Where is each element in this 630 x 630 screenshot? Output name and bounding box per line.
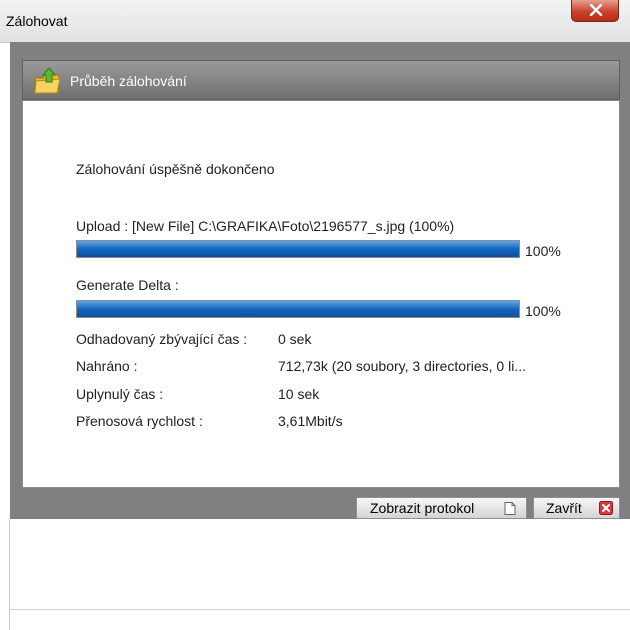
show-log-button[interactable]: Zobrazit protokol bbox=[356, 497, 527, 519]
divider bbox=[10, 609, 630, 610]
upload-progress-fill bbox=[77, 241, 519, 257]
document-icon bbox=[504, 502, 516, 518]
stat-label: Uplynulý čas : bbox=[76, 386, 164, 402]
delta-progress-bar bbox=[76, 300, 520, 318]
window-title: Zálohovat bbox=[6, 13, 68, 29]
upload-progress-bar bbox=[76, 240, 520, 258]
stat-label: Přenosová rychlost : bbox=[76, 413, 203, 429]
status-message: Zálohování úspěšně dokončeno bbox=[76, 161, 275, 177]
progress-content bbox=[22, 100, 620, 488]
stat-label: Nahráno : bbox=[76, 358, 138, 374]
stat-value: 10 sek bbox=[278, 386, 320, 402]
stat-value: 0 sek bbox=[278, 331, 312, 347]
delta-label: Generate Delta : bbox=[76, 277, 179, 293]
stat-value: 3,61Mbit/s bbox=[278, 413, 343, 429]
close-icon bbox=[589, 4, 603, 16]
title-bar: Zálohovat bbox=[0, 0, 630, 43]
delta-percent: 100% bbox=[525, 303, 561, 319]
window-edge bbox=[9, 519, 10, 630]
stat-value: 712,73k (20 soubory, 3 directories, 0 li… bbox=[278, 358, 526, 374]
upload-label: Upload : [New File] C:\GRAFIKA\Foto\2196… bbox=[76, 218, 455, 234]
window-close-button[interactable] bbox=[571, 0, 619, 22]
close-button-label: Zavřít bbox=[546, 500, 582, 516]
red-x-icon bbox=[599, 501, 613, 518]
folder-upload-icon bbox=[33, 66, 63, 101]
upload-percent: 100% bbox=[525, 243, 561, 259]
close-button[interactable]: Zavřít bbox=[533, 497, 620, 519]
delta-progress-fill bbox=[77, 301, 519, 317]
panel-title: Průběh zálohování bbox=[70, 73, 187, 89]
backup-window: Zálohovat Průběh zálohování Zálohování ú… bbox=[0, 0, 630, 630]
panel-header: Průběh zálohování bbox=[22, 60, 620, 100]
show-log-label: Zobrazit protokol bbox=[370, 500, 475, 516]
stat-label: Odhadovaný zbývající čas : bbox=[76, 331, 248, 347]
